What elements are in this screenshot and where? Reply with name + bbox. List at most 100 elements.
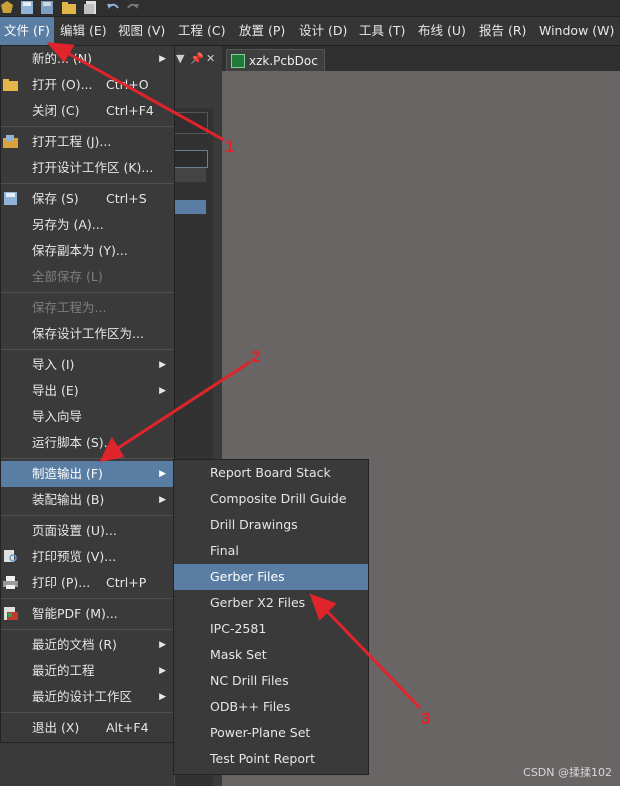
menu-item-label: 保存工程为... — [32, 300, 107, 315]
menu-item-label: Gerber Files — [210, 569, 285, 584]
menu-window[interactable]: Window (W) — [535, 17, 618, 45]
menu-item-label: Final — [210, 543, 239, 558]
submenu-item-gerber-x2-files[interactable]: Gerber X2 Files — [174, 590, 368, 616]
menu-item-shortcut: Ctrl+O — [106, 77, 149, 92]
menu-item-close[interactable]: 关闭 (C) Ctrl+F4 — [1, 98, 174, 124]
panel-row[interactable] — [174, 168, 206, 182]
menu-file[interactable]: 文件 (F) — [0, 17, 54, 45]
menu-separator — [1, 349, 174, 350]
menu-item-label: 退出 (X) — [32, 720, 80, 735]
menu-item-recent-projects[interactable]: 最近的工程 ▶ — [1, 658, 174, 684]
open-documents-icon[interactable] — [84, 1, 98, 14]
menu-item-save-as[interactable]: 另存为 (A)... — [1, 212, 174, 238]
menu-item-label: 装配输出 (B) — [32, 492, 105, 507]
menu-item-recent-workspaces[interactable]: 最近的设计工作区 ▶ — [1, 684, 174, 710]
submenu-arrow-icon: ▶ — [159, 640, 166, 650]
menu-route[interactable]: 布线 (U) — [414, 17, 470, 45]
menu-edit[interactable]: 编辑 (E) — [56, 17, 111, 45]
menu-item-label: Power-Plane Set — [210, 725, 311, 740]
menu-item-label: 打开设计工作区 (K)... — [32, 160, 154, 175]
quick-access-toolbar — [0, 0, 620, 17]
menu-separator — [1, 598, 174, 599]
menu-item-open[interactable]: 打开 (O)... Ctrl+O — [1, 72, 174, 98]
menu-item-label: ODB++ Files — [210, 699, 291, 714]
menu-item-save-all[interactable]: 全部保存 (L) — [1, 264, 174, 290]
submenu-arrow-icon: ▶ — [159, 495, 166, 505]
menu-place[interactable]: 放置 (P) — [235, 17, 289, 45]
menu-item-exit[interactable]: 退出 (X) Alt+F4 — [1, 715, 174, 741]
file-menu: 新的... (N) ▶ 打开 (O)... Ctrl+O 关闭 (C) Ctrl+F4… — [0, 45, 175, 743]
open-folder-icon[interactable] — [62, 1, 76, 14]
menu-bar: 文件 (F) 编辑 (E) 视图 (V) 工程 (C) 放置 (P) 设计 (D… — [0, 17, 620, 46]
menu-separator — [1, 515, 174, 516]
submenu-item-final[interactable]: Final — [174, 538, 368, 564]
menu-item-print-preview[interactable]: 打印预览 (V)... — [1, 544, 174, 570]
menu-item-assembly-outputs[interactable]: 装配输出 (B) ▶ — [1, 487, 174, 513]
menu-item-label: 运行脚本 (S)... — [32, 435, 116, 450]
submenu-arrow-icon: ▶ — [159, 692, 166, 702]
submenu-item-power-plane-set[interactable]: Power-Plane Set — [174, 720, 368, 746]
undo-icon[interactable] — [106, 1, 120, 14]
menu-item-recent-documents[interactable]: 最近的文档 (R) ▶ — [1, 632, 174, 658]
submenu-item-report-board-stack[interactable]: Report Board Stack — [174, 460, 368, 486]
menu-item-save-project-as[interactable]: 保存工程为... — [1, 295, 174, 321]
close-icon[interactable]: ✕ — [206, 52, 215, 65]
submenu-item-gerber-files[interactable]: Gerber Files — [174, 564, 368, 590]
menu-item-smart-pdf[interactable]: 智能PDF (M)... — [1, 601, 174, 627]
menu-item-label: 全部保存 (L) — [32, 269, 103, 284]
menu-item-import-wizard[interactable]: 导入向导 — [1, 404, 174, 430]
open-folder-icon — [3, 79, 18, 91]
submenu-item-odb-files[interactable]: ODB++ Files — [174, 694, 368, 720]
menu-item-export[interactable]: 导出 (E) ▶ — [1, 378, 174, 404]
menu-item-save-copy-as[interactable]: 保存副本为 (Y)... — [1, 238, 174, 264]
menu-item-open-workspace[interactable]: 打开设计工作区 (K)... — [1, 155, 174, 181]
panel-search-box[interactable] — [174, 112, 208, 134]
menu-item-label: 保存副本为 (Y)... — [32, 243, 128, 258]
menu-item-label: Drill Drawings — [210, 517, 298, 532]
menu-item-label: 制造输出 (F) — [32, 466, 103, 481]
menu-item-label: 页面设置 (U)... — [32, 523, 117, 538]
menu-item-save-workspace-as[interactable]: 保存设计工作区为... — [1, 321, 174, 347]
menu-reports[interactable]: 报告 (R) — [475, 17, 530, 45]
menu-separator — [1, 458, 174, 459]
pin-icon[interactable]: 📌 — [190, 52, 204, 65]
save-all-icon[interactable] — [40, 1, 54, 14]
menu-view[interactable]: 视图 (V) — [114, 17, 169, 45]
panel-filter-field[interactable] — [174, 150, 208, 168]
menu-tools[interactable]: 工具 (T) — [355, 17, 409, 45]
submenu-item-nc-drill-files[interactable]: NC Drill Files — [174, 668, 368, 694]
app-logo-icon — [1, 1, 13, 13]
menu-item-label: Mask Set — [210, 647, 267, 662]
pane-menu-icon[interactable]: ▼ — [176, 52, 184, 65]
menu-item-open-project[interactable]: 打开工程 (J)... — [1, 129, 174, 155]
submenu-arrow-icon: ▶ — [159, 469, 166, 479]
submenu-item-composite-drill-guide[interactable]: Composite Drill Guide — [174, 486, 368, 512]
menu-item-print[interactable]: 打印 (P)... Ctrl+P — [1, 570, 174, 596]
menu-item-page-setup[interactable]: 页面设置 (U)... — [1, 518, 174, 544]
menu-item-fabrication-outputs[interactable]: 制造输出 (F) ▶ — [1, 461, 174, 487]
pcb-doc-icon — [231, 53, 245, 68]
submenu-item-drill-drawings[interactable]: Drill Drawings — [174, 512, 368, 538]
menu-item-import[interactable]: 导入 (I) ▶ — [1, 352, 174, 378]
submenu-arrow-icon: ▶ — [159, 360, 166, 370]
submenu-item-ipc-2581[interactable]: IPC-2581 — [174, 616, 368, 642]
tab-pcb-document[interactable]: xzk.PcbDoc — [226, 49, 325, 72]
menu-project[interactable]: 工程 (C) — [174, 17, 229, 45]
menu-item-label: 智能PDF (M)... — [32, 606, 118, 621]
open-project-icon — [3, 135, 18, 148]
save-icon[interactable] — [20, 1, 34, 14]
menu-item-new[interactable]: 新的... (N) ▶ — [1, 46, 174, 72]
menu-item-label: 另存为 (A)... — [32, 217, 104, 232]
redo-icon[interactable] — [126, 1, 140, 14]
menu-item-run-script[interactable]: 运行脚本 (S)... — [1, 430, 174, 456]
menu-item-shortcut: Ctrl+F4 — [106, 103, 154, 118]
menu-design[interactable]: 设计 (D) — [295, 17, 351, 45]
menu-item-save[interactable]: 保存 (S) Ctrl+S — [1, 186, 174, 212]
menu-item-label: NC Drill Files — [210, 673, 289, 688]
submenu-arrow-icon: ▶ — [159, 386, 166, 396]
panel-selected-row[interactable] — [174, 200, 206, 214]
submenu-item-mask-set[interactable]: Mask Set — [174, 642, 368, 668]
submenu-item-test-point-report[interactable]: Test Point Report — [174, 746, 368, 772]
menu-item-label: IPC-2581 — [210, 621, 267, 636]
menu-item-label: 最近的文档 (R) — [32, 637, 117, 652]
